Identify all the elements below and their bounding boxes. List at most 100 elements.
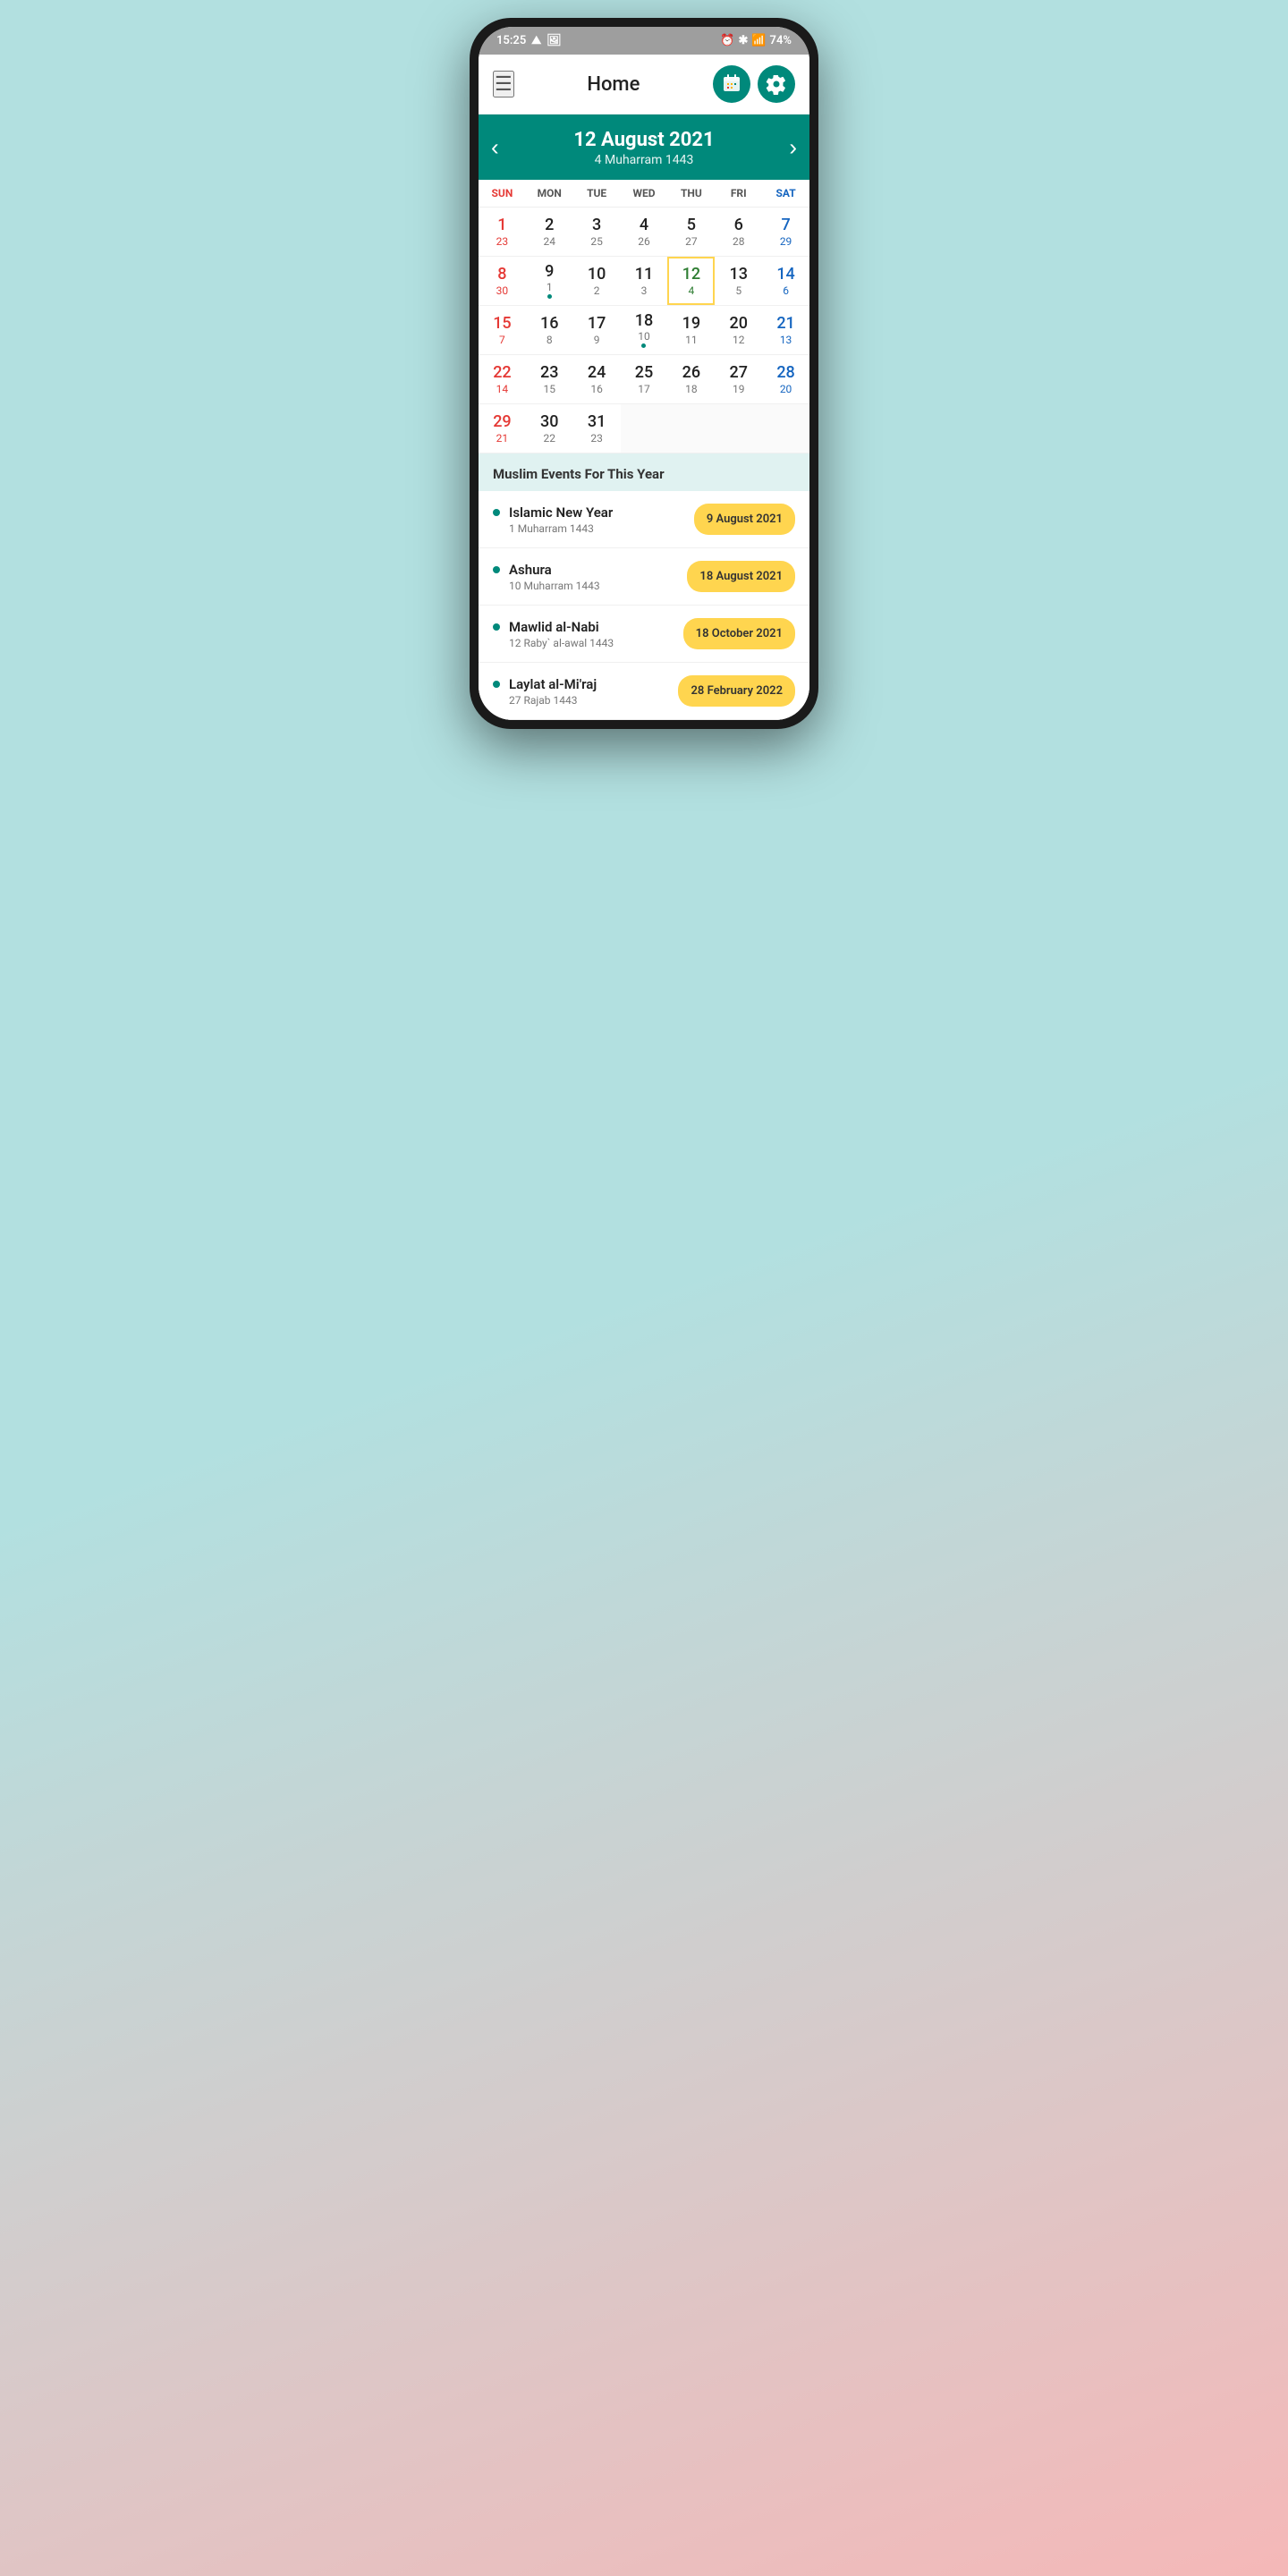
day-cell[interactable]: 325 <box>573 208 621 256</box>
calendar-header: ‹ 12 August 2021 4 Muharram 1443 › <box>479 114 809 180</box>
day-greg: 30 <box>540 413 558 431</box>
day-name-mon: MON <box>526 180 573 207</box>
day-cell[interactable]: 123 <box>479 208 526 256</box>
next-month-button[interactable]: › <box>776 133 809 161</box>
event-item[interactable]: Laylat al-Mi'raj 27 Rajab 1443 28 Februa… <box>479 663 809 720</box>
day-hij: 5 <box>735 285 741 296</box>
event-date-badge: 28 February 2022 <box>678 675 795 707</box>
day-cell[interactable]: 3123 <box>573 404 621 453</box>
day-cell[interactable]: 91 <box>526 257 573 305</box>
day-hij: 23 <box>496 236 509 247</box>
activity-icon: ⛰ <box>531 34 541 47</box>
event-hijri: 10 Muharram 1443 <box>509 580 600 592</box>
day-hij: 3 <box>641 285 648 296</box>
signal-icon: 📶 <box>751 34 766 47</box>
day-greg: 2 <box>545 216 554 234</box>
status-left: 15:25 ⛰ 🖼 <box>496 34 562 47</box>
app-header: ☰ Home <box>479 55 809 114</box>
day-greg: 5 <box>687 216 696 234</box>
day-cell[interactable]: 168 <box>526 306 573 354</box>
day-hij: 16 <box>590 384 603 394</box>
day-greg: 23 <box>540 364 558 382</box>
day-hij: 13 <box>780 335 792 345</box>
event-date-badge: 9 August 2021 <box>694 504 795 535</box>
day-cell[interactable]: 830 <box>479 257 526 305</box>
hamburger-button[interactable]: ☰ <box>493 71 514 97</box>
day-greg: 6 <box>734 216 743 234</box>
day-hij: 29 <box>780 236 792 247</box>
week-row-1: 83091102113124135146 <box>479 257 809 306</box>
event-hijri: 12 Raby` al-awal 1443 <box>509 637 614 649</box>
day-cell[interactable]: 124 <box>667 257 715 305</box>
event-item[interactable]: Ashura 10 Muharram 1443 18 August 2021 <box>479 548 809 606</box>
day-name-wed: WED <box>621 180 668 207</box>
day-cell[interactable]: 2921 <box>479 404 526 453</box>
page-title: Home <box>587 73 640 96</box>
day-cell[interactable]: 426 <box>621 208 668 256</box>
day-greg: 19 <box>682 315 700 333</box>
event-name: Islamic New Year <box>509 504 613 521</box>
day-cell[interactable]: 179 <box>573 306 621 354</box>
day-cell[interactable]: 2719 <box>715 355 762 403</box>
settings-icon <box>766 73 787 95</box>
event-item[interactable]: Islamic New Year 1 Muharram 1443 9 Augus… <box>479 491 809 548</box>
settings-icon-button[interactable] <box>758 65 795 103</box>
day-hij: 24 <box>544 236 556 247</box>
day-hij: 28 <box>733 236 745 247</box>
event-left: Islamic New Year 1 Muharram 1443 <box>493 504 613 535</box>
day-cell[interactable]: 113 <box>621 257 668 305</box>
day-hij: 7 <box>499 335 505 345</box>
day-cell[interactable]: 527 <box>667 208 715 256</box>
day-cell[interactable]: 1911 <box>667 306 715 354</box>
day-cell[interactable]: 2113 <box>762 306 809 354</box>
day-cell[interactable]: 224 <box>526 208 573 256</box>
day-cell[interactable]: 135 <box>715 257 762 305</box>
day-hij: 10 <box>638 331 650 342</box>
day-hij: 11 <box>685 335 698 345</box>
event-name: Ashura <box>509 562 600 578</box>
day-cell[interactable]: 2618 <box>667 355 715 403</box>
day-greg: 10 <box>588 266 606 284</box>
event-hijri: 1 Muharram 1443 <box>509 522 613 535</box>
day-cell[interactable]: 2820 <box>762 355 809 403</box>
day-cell[interactable]: 2416 <box>573 355 621 403</box>
day-cell[interactable]: 2315 <box>526 355 573 403</box>
day-cell[interactable]: 628 <box>715 208 762 256</box>
day-greg: 24 <box>588 364 606 382</box>
day-greg: 29 <box>493 413 511 431</box>
day-cell[interactable]: 157 <box>479 306 526 354</box>
event-item[interactable]: Mawlid al-Nabi 12 Raby` al-awal 1443 18 … <box>479 606 809 663</box>
day-hij: 20 <box>780 384 792 394</box>
day-greg: 22 <box>493 364 511 382</box>
day-cell[interactable]: 1810 <box>621 306 668 354</box>
day-greg: 14 <box>776 266 794 284</box>
events-list: Islamic New Year 1 Muharram 1443 9 Augus… <box>479 491 809 720</box>
day-cell[interactable]: 146 <box>762 257 809 305</box>
calendar-icon-button[interactable] <box>713 65 750 103</box>
day-name-tue: TUE <box>573 180 621 207</box>
phone-shell: 15:25 ⛰ 🖼 ⏰ ✱ 📶 74% ☰ Home <box>470 18 818 729</box>
day-cell[interactable]: 729 <box>762 208 809 256</box>
day-hij: 6 <box>783 285 789 296</box>
day-greg: 18 <box>635 312 653 330</box>
day-hij: 4 <box>688 285 694 296</box>
day-greg: 17 <box>588 315 606 333</box>
day-cell[interactable]: 2012 <box>715 306 762 354</box>
day-hij: 2 <box>594 285 600 296</box>
event-text: Mawlid al-Nabi 12 Raby` al-awal 1443 <box>509 619 614 649</box>
day-names-row: SUNMONTUEWEDTHUFRISAT <box>479 180 809 208</box>
events-section-title: Muslim Events For This Year <box>493 466 795 482</box>
event-name: Mawlid al-Nabi <box>509 619 614 635</box>
day-cell[interactable]: 3022 <box>526 404 573 453</box>
day-name-fri: FRI <box>715 180 762 207</box>
day-cell[interactable]: 2214 <box>479 355 526 403</box>
event-dot-indicator <box>641 343 646 348</box>
day-name-sun: SUN <box>479 180 526 207</box>
day-cell[interactable]: 102 <box>573 257 621 305</box>
day-cell[interactable]: 2517 <box>621 355 668 403</box>
day-greg: 13 <box>729 266 747 284</box>
event-list-dot <box>493 681 500 688</box>
day-hij: 21 <box>496 433 509 444</box>
day-greg: 31 <box>588 413 606 431</box>
day-hij: 19 <box>733 384 745 394</box>
